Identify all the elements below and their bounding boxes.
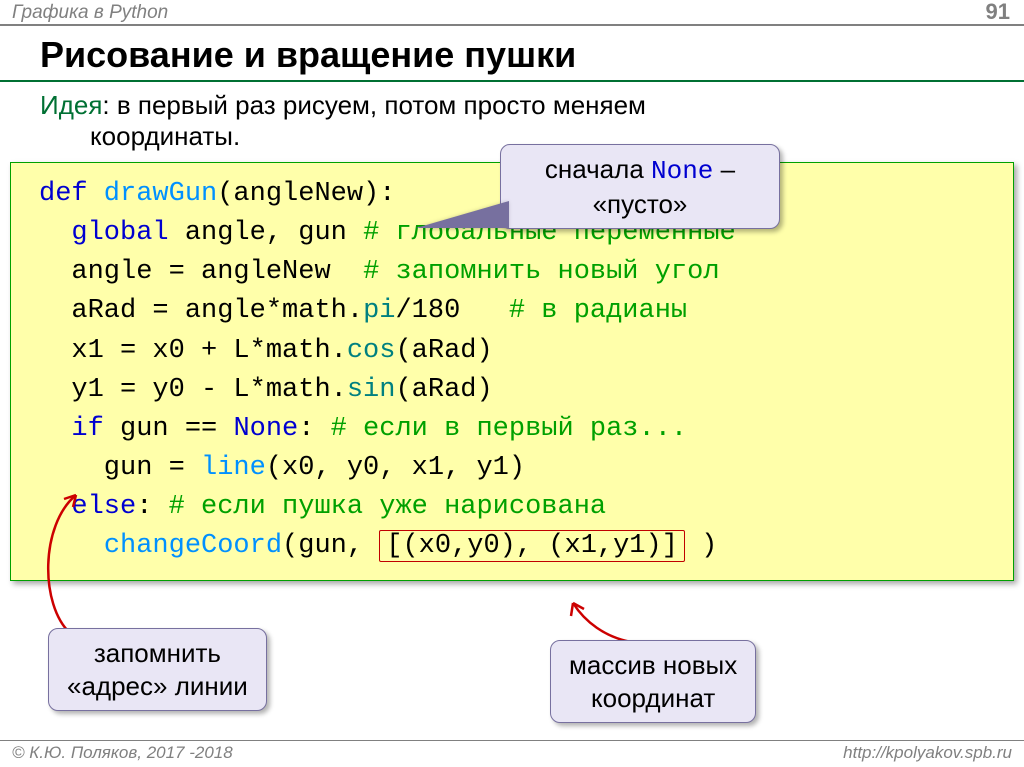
callout-address: запомнить «адрес» линии <box>48 628 267 711</box>
coord-array-box: [(x0,y0), (x1,y1)] <box>379 530 685 562</box>
math-pi: pi <box>363 296 395 326</box>
code-text: /180 <box>395 296 508 326</box>
course-name: Графика в Python <box>12 2 168 24</box>
code-text: (gun, <box>282 531 379 561</box>
func-changecoord: changeCoord <box>104 531 282 561</box>
kw-if: if <box>39 414 104 444</box>
footer-url: http://kpolyakov.spb.ru <box>843 743 1012 763</box>
idea-line1: : в первый раз рисуем, потом просто меня… <box>102 90 646 120</box>
callout-text: координат <box>591 683 715 713</box>
callout-none: сначала None – «пусто» <box>500 144 780 229</box>
code-text: y1 = y0 - L*math. <box>39 375 347 405</box>
math-sin: sin <box>347 375 396 405</box>
callout-text: «пусто» <box>593 189 688 219</box>
slide-footer: © К.Ю. Поляков, 2017 -2018 http://kpolya… <box>0 740 1024 767</box>
callout-text: запомнить <box>94 638 221 668</box>
callout-text: «адрес» линии <box>67 671 248 701</box>
kw-global: global <box>39 218 169 248</box>
code-comment: # если пушка уже нарисована <box>169 492 606 522</box>
callout-array: массив новых координат <box>550 640 756 723</box>
copyright: © К.Ю. Поляков, 2017 -2018 <box>12 743 233 763</box>
func-name: drawGun <box>88 179 218 209</box>
code-text: (aRad) <box>395 336 492 366</box>
callout-tail-icon <box>419 203 509 228</box>
code-comment: # в радианы <box>509 296 687 326</box>
code-text: gun == <box>104 414 234 444</box>
code-text: gun = <box>39 453 201 483</box>
code-text: (x0, y0, x1, y1) <box>266 453 525 483</box>
code-comment: # если в первый раз... <box>331 414 687 444</box>
code-text: aRad = angle*math. <box>39 296 363 326</box>
code-comment: # запомнить новый угол <box>363 257 719 287</box>
code-text: : <box>298 414 330 444</box>
code-text: ) <box>685 531 717 561</box>
kw-def: def <box>39 179 88 209</box>
math-cos: cos <box>347 336 396 366</box>
code-text: : <box>136 492 168 522</box>
callout-text: массив новых <box>569 650 737 680</box>
code-text: (aRad) <box>395 375 492 405</box>
page-number: 91 <box>986 0 1010 25</box>
code-text: x1 = x0 + L*math. <box>39 336 347 366</box>
code-text: angle, gun <box>169 218 363 248</box>
code-text: angle = angleNew <box>39 257 363 287</box>
func-line: line <box>201 453 266 483</box>
slide-header: Графика в Python 91 <box>0 0 1024 26</box>
kw-none: None <box>233 414 298 444</box>
callout-mono: None <box>651 156 713 186</box>
callout-text: сначала <box>545 154 651 184</box>
idea-label: Идея <box>40 90 102 120</box>
slide-title: Рисование и вращение пушки <box>0 26 1024 82</box>
callout-text: – <box>713 154 735 184</box>
code-text: (angleNew): <box>217 179 395 209</box>
